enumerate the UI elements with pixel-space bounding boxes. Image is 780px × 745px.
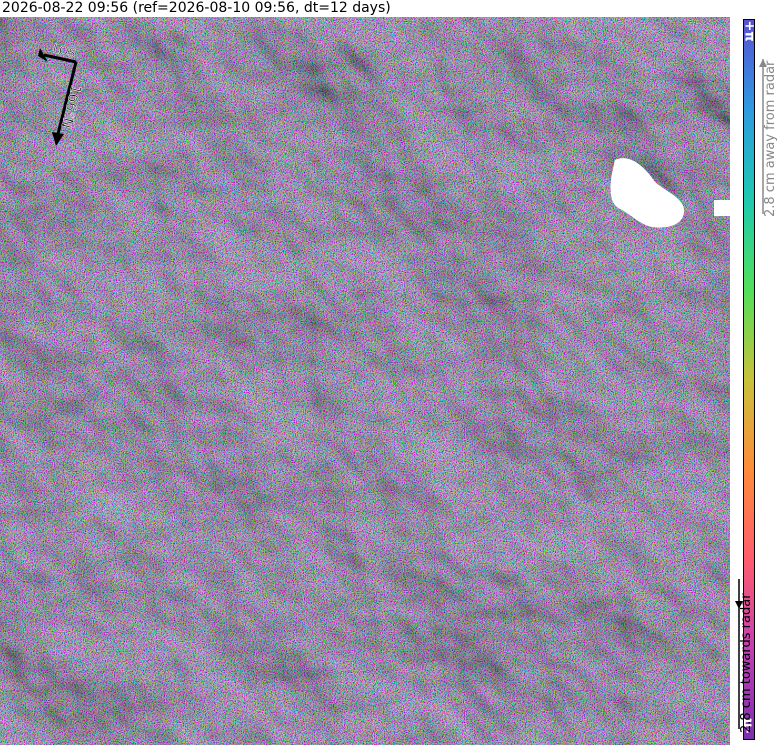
colorbar-top-label: +π — [741, 20, 757, 42]
away-from-radar-label: 2.8 cm away from radar — [763, 60, 778, 217]
masked-area-edge — [714, 200, 730, 216]
towards-radar-annotation: 2.8 cm towards radar — [735, 579, 754, 733]
towards-radar-label: 2.8 cm towards radar — [739, 593, 754, 733]
image-title: 2026-08-22 09:56 (ref=2026-08-10 09:56, … — [0, 0, 732, 17]
phase-colorbar: +π -π 2.8 cm away from radar 2.8 cm towa… — [733, 19, 780, 743]
heading-label: 166°N — [57, 83, 83, 130]
away-from-radar-annotation: 2.8 cm away from radar — [759, 59, 778, 217]
los-compass: LOS 166°N — [30, 41, 110, 152]
